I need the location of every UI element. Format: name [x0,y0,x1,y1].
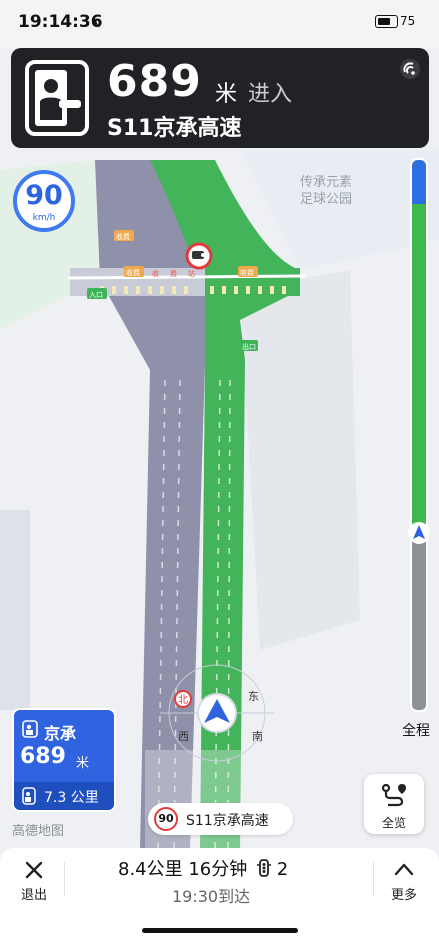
gps-signal-icon[interactable] [399,58,421,80]
mute-icon: 🔇︎ [92,15,101,31]
next-road-name: 京承 [44,724,77,743]
guidance-road-name: S11京承高速 [107,116,242,141]
exit-label: 退出 [20,888,47,903]
current-road-name: S11京承高速 [186,813,269,829]
traffic-light-icon [257,859,271,877]
route-progress-label: 全程 [402,723,430,739]
route-overview-label: 全览 [381,816,406,830]
status-time: 19:14:36 [18,12,103,32]
battery-percent: 75 [400,14,416,28]
home-indicator[interactable] [142,928,298,933]
guidance-distance: 689 [107,56,202,107]
trip-summary: 8.4公里 16分钟 2 [118,855,288,881]
next-sub-toll-icon [22,787,36,805]
poi-label[interactable]: 传承元素 足球公园 [300,174,352,208]
amap-logo: 高德地图 [12,824,65,839]
compass-south: 南 [252,730,263,743]
chevron-up-icon [394,863,414,876]
toll-gate-letter-1: 收 [152,269,159,278]
road-speed-limit-sign: 90 [154,807,178,831]
poi-line-2: 足球公园 [300,192,353,207]
next-toll-icon [22,720,38,738]
more-button[interactable]: 更多 [378,856,430,906]
poi-line-1: 传承元素 [300,175,353,190]
arrival-time: 19:30到达 [172,887,251,906]
exit-navigation-button[interactable]: 退出 [10,856,58,906]
toll-entry-icon [25,60,89,136]
next-sub-guidance: 7.3 公里 [14,782,114,810]
more-label: 更多 [390,888,417,903]
guidance-action: 进入 [248,82,293,107]
compass-west: 西 [178,730,189,743]
compass-north: 北 [178,694,188,706]
toll-sign-1: 收费 [116,232,130,241]
divider [373,862,374,896]
route-overview-icon [381,783,406,807]
next-distance-unit: 米 [76,756,90,771]
progress-remaining-route [412,204,426,534]
toll-gate-letter-3: 站 [188,269,195,278]
toll-sign-3: 收费 [240,268,254,277]
toll-gate-letter-2: 费 [170,269,177,278]
speed-camera-icon [185,242,213,270]
guidance-unit: 米 [215,82,238,107]
next-distance: 689 [20,744,66,769]
compass-east: 东 [248,690,259,703]
next-sub-distance: 7.3 [44,790,67,806]
bottom-bar: 退出 8.4公里 16分钟 2 19:30到达 更多 [0,848,439,940]
traffic-light-count: 2 [276,859,289,880]
next-sub-unit: 公里 [70,790,99,806]
route-overview-button[interactable]: 全览 [364,774,424,834]
divider [64,862,65,896]
speed-limit-unit: km/h [32,213,56,223]
battery-level-fill [378,18,390,25]
toll-sign-2: 收费 [126,268,140,277]
progress-traffic-ahead [412,160,426,204]
status-bar: 19:14:36 🔇︎ 75 [0,0,439,48]
current-road-pill: 90 S11京承高速 [148,803,293,835]
progress-vehicle-icon [408,522,430,544]
entrance-sign: 入口 [89,291,103,299]
close-icon [25,861,43,879]
route-progress-bar [408,158,430,712]
battery-icon [375,15,398,28]
next-guidance-card[interactable]: 京承 689 米 7.3 公里 [12,708,116,812]
guidance-card: 689 米 进入 S11京承高速 [11,48,429,148]
vehicle-position-icon [197,693,237,733]
speed-limit-sign: 90 km/h [13,170,75,232]
speed-limit-value: 90 [25,180,63,211]
trip-distance-time: 8.4公里 16分钟 [118,859,248,880]
exit-sign: 出口 [242,342,256,351]
